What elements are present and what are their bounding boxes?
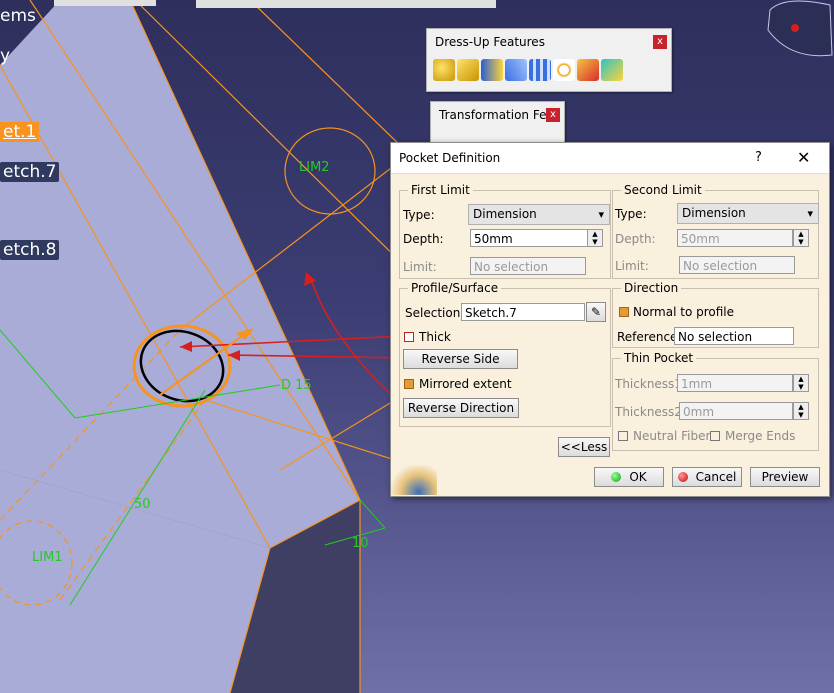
lim1-label: LIM1 bbox=[32, 550, 63, 565]
reverse-side-button[interactable]: Reverse Side bbox=[403, 349, 518, 369]
sketch-edit-icon[interactable]: ✎ bbox=[586, 302, 606, 322]
dressup-toolbar-title[interactable]: Dress-Up Features x bbox=[427, 29, 671, 55]
dialog-logo bbox=[391, 465, 437, 495]
selection-label: Selection: bbox=[405, 306, 465, 320]
first-type-label: Type: bbox=[403, 208, 435, 222]
profile-surface-legend: Profile/Surface bbox=[411, 281, 499, 295]
draft-icon[interactable] bbox=[481, 59, 503, 81]
dialog-title-bar[interactable]: Pocket Definition ? ✕ bbox=[391, 143, 829, 174]
first-type-value: Dimension bbox=[473, 207, 537, 221]
thickness1-label: Thickness1: bbox=[615, 377, 686, 391]
direction-legend: Direction bbox=[624, 281, 679, 295]
first-depth-label: Depth: bbox=[403, 232, 444, 246]
fillet-icon[interactable] bbox=[433, 59, 455, 81]
top-toolbar-strip-1 bbox=[54, 0, 156, 6]
cancel-label: Cancel bbox=[695, 470, 737, 484]
dim-10-label[interactable]: 10 bbox=[352, 536, 369, 551]
cancel-icon bbox=[677, 472, 688, 482]
second-limit-label: Limit: bbox=[615, 259, 649, 273]
transformation-toolbar[interactable]: Transformation Fe... x bbox=[430, 101, 565, 145]
ok-icon bbox=[611, 472, 622, 482]
normal-to-profile-label: Normal to profile bbox=[633, 305, 734, 319]
tree-item-items[interactable]: ems bbox=[0, 5, 36, 27]
tree-node-sketch8-label: etch.8 bbox=[0, 240, 60, 260]
first-limit-label: Limit: bbox=[403, 260, 437, 274]
mirrored-extent-checkbox[interactable] bbox=[404, 379, 414, 389]
chevron-down-icon: ▾ bbox=[598, 208, 604, 221]
dialog-title: Pocket Definition bbox=[399, 151, 501, 165]
compass-widget bbox=[767, 0, 833, 57]
tree-node-selected[interactable]: et.1 bbox=[0, 121, 40, 143]
reference-label: Reference: bbox=[617, 330, 682, 344]
ok-label: OK bbox=[629, 470, 647, 484]
replace-face-icon[interactable] bbox=[601, 59, 623, 81]
mirrored-extent-label: Mirrored extent bbox=[419, 377, 512, 391]
thickness1-spinner[interactable]: ▲ ▼ bbox=[793, 374, 809, 392]
tree-node-sketch8[interactable]: etch.8 bbox=[0, 239, 60, 261]
pocket-definition-dialog[interactable]: Pocket Definition ? ✕ First Limit Type: … bbox=[390, 142, 830, 497]
reference-field[interactable]: No selection bbox=[674, 327, 794, 345]
first-type-combo[interactable]: Dimension ▾ bbox=[468, 204, 610, 225]
dressup-toolbar-icons bbox=[427, 55, 671, 85]
second-depth-label: Depth: bbox=[615, 232, 656, 246]
merge-ends-label: Merge Ends bbox=[725, 429, 796, 443]
second-type-combo[interactable]: Dimension ▾ bbox=[677, 203, 819, 224]
neutral-fiber-checkbox[interactable] bbox=[618, 431, 628, 441]
second-limit-field[interactable]: No selection bbox=[679, 256, 795, 274]
remove-face-icon[interactable] bbox=[577, 59, 599, 81]
cancel-button[interactable]: Cancel bbox=[672, 467, 742, 487]
thread-icon[interactable] bbox=[553, 59, 575, 81]
transformation-toolbar-title[interactable]: Transformation Fe... x bbox=[431, 102, 564, 128]
neutral-fiber-label: Neutral Fiber bbox=[633, 429, 711, 443]
dim-15-label[interactable]: D 15 bbox=[281, 378, 312, 393]
lim2-label: LIM2 bbox=[299, 160, 330, 175]
selection-field[interactable]: Sketch.7 bbox=[461, 303, 585, 321]
second-depth-input[interactable]: 50mm bbox=[677, 229, 793, 247]
shell-icon[interactable] bbox=[529, 59, 551, 81]
dim-50-label[interactable]: 50 bbox=[134, 497, 151, 512]
tree-node-sketch7-label: etch.7 bbox=[0, 162, 60, 182]
dressup-features-toolbar[interactable]: Dress-Up Features x bbox=[426, 28, 672, 92]
ok-button[interactable]: OK bbox=[594, 467, 664, 487]
thick-label: Thick bbox=[419, 330, 451, 344]
first-depth-input[interactable]: 50mm bbox=[470, 229, 588, 247]
tree-node-sketch7[interactable]: etch.7 bbox=[0, 161, 60, 183]
first-limit-field[interactable]: No selection bbox=[470, 257, 586, 275]
preview-button[interactable]: Preview bbox=[750, 467, 820, 487]
thickness2-label: Thickness2: bbox=[615, 405, 686, 419]
tree-item-y[interactable]: y bbox=[0, 45, 10, 67]
chamfer-icon[interactable] bbox=[457, 59, 479, 81]
thick-checkbox[interactable] bbox=[404, 332, 414, 342]
thin-pocket-legend: Thin Pocket bbox=[624, 351, 694, 365]
dialog-close-button[interactable]: ✕ bbox=[797, 148, 810, 167]
second-limit-legend: Second Limit bbox=[624, 183, 702, 197]
second-type-value: Dimension bbox=[682, 206, 746, 220]
dressup-toolbar-title-text: Dress-Up Features bbox=[435, 35, 545, 49]
arrowhead-3 bbox=[304, 272, 316, 286]
first-depth-spinner[interactable]: ▲ ▼ bbox=[587, 229, 603, 247]
normal-to-profile-checkbox[interactable] bbox=[619, 307, 629, 317]
dressup-toolbar-close-button[interactable]: x bbox=[653, 35, 667, 49]
transformation-toolbar-title-text: Transformation Fe... bbox=[439, 108, 558, 122]
thickness2-input[interactable]: 0mm bbox=[679, 402, 793, 420]
help-button[interactable]: ? bbox=[755, 150, 762, 165]
less-button[interactable]: <<Less bbox=[558, 437, 610, 457]
thickness2-spinner[interactable]: ▲ ▼ bbox=[793, 402, 809, 420]
top-toolbar-strip-2 bbox=[196, 0, 496, 8]
reverse-direction-button[interactable]: Reverse Direction bbox=[403, 398, 519, 418]
second-depth-spinner[interactable]: ▲ ▼ bbox=[793, 229, 809, 247]
chevron-down-icon: ▾ bbox=[807, 207, 813, 220]
first-limit-legend: First Limit bbox=[411, 183, 470, 197]
compass-red-dot bbox=[791, 24, 799, 32]
variable-fillet-icon[interactable] bbox=[505, 59, 527, 81]
dim-ext-2 bbox=[359, 499, 386, 529]
merge-ends-checkbox[interactable] bbox=[710, 431, 720, 441]
tree-node-selected-label: et.1 bbox=[0, 122, 40, 142]
thickness1-input[interactable]: 1mm bbox=[677, 374, 793, 392]
transformation-toolbar-close-button[interactable]: x bbox=[546, 108, 560, 122]
second-type-label: Type: bbox=[615, 207, 647, 221]
